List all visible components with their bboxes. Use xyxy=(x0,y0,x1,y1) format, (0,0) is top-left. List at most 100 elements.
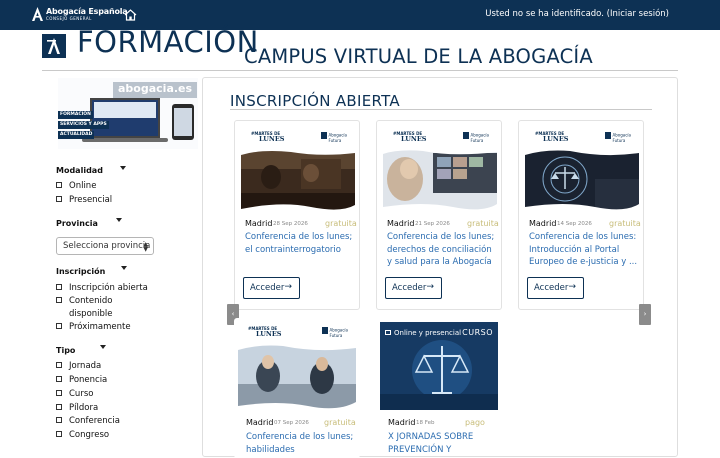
checkbox[interactable] xyxy=(56,431,62,437)
select-arrows-icon: ▲ ▼ xyxy=(143,241,148,253)
course-card[interactable]: #MARTES DE LUNES Abogacía Futura Madrid 1… xyxy=(518,120,644,310)
acceder-button[interactable]: Acceder → xyxy=(527,277,584,299)
filter-option-proximamente[interactable]: Próximamente xyxy=(56,321,131,334)
card-title-link[interactable]: Conferencia de los lunes: Introducción a… xyxy=(529,231,641,269)
section-divider xyxy=(230,109,652,110)
course-image-curso[interactable]: Online y presencial CURSO xyxy=(380,322,498,410)
checkbox[interactable] xyxy=(56,284,62,290)
abogacia-futura-logo: Abogacía Futura xyxy=(321,327,348,338)
checkbox[interactable] xyxy=(56,376,62,382)
martes-de-lunes-logo: #MARTES DE LUNES xyxy=(393,131,427,143)
banner-site-text: abogacia.es xyxy=(118,82,193,95)
acceder-button[interactable]: Acceder → xyxy=(243,277,300,299)
banner-tag: FORMACIÓN xyxy=(58,111,93,119)
card-price: gratuita xyxy=(324,418,356,427)
card-city: Madrid xyxy=(387,219,415,228)
martes-de-lunes-logo: #MARTES DE LUNES xyxy=(248,326,282,338)
provincia-select[interactable]: Selecciona provincia ▲ ▼ xyxy=(56,237,154,255)
card-city: Madrid xyxy=(529,219,557,228)
brand-name: Abogacía Española xyxy=(46,6,128,16)
caret-down-icon[interactable] xyxy=(121,266,127,270)
chevron-left-icon: ‹ xyxy=(231,310,235,318)
card-city: Madrid xyxy=(245,219,273,228)
course-image: #MARTES DE LUNES Abogacía Futura xyxy=(383,127,497,213)
brand-subtitle: CONSEJO GENERAL xyxy=(46,15,92,21)
banner-tag: SERVICIOS Y APPS xyxy=(58,121,109,129)
home-icon[interactable] xyxy=(124,9,137,21)
caret-down-icon[interactable] xyxy=(120,166,126,170)
monitor-icon xyxy=(385,330,391,335)
filter-title-inscripcion: Inscripción xyxy=(56,267,106,276)
abogacia-futura-logo: Abogacía Futura xyxy=(462,132,489,143)
digital-justice-photo xyxy=(525,149,639,213)
formacion-logo-icon[interactable] xyxy=(42,34,66,58)
filter-title-provincia: Provincia xyxy=(56,219,98,228)
filter-option-presencial[interactable]: Presencial xyxy=(56,194,112,207)
card-date: 28 Sep 2026 xyxy=(273,221,308,227)
filter-option-online[interactable]: Online xyxy=(56,180,96,193)
checkbox[interactable] xyxy=(56,297,62,303)
course-card[interactable]: #MARTES DE LUNES Abogacía Futura Madrid 0… xyxy=(234,318,360,458)
card-city: Madrid xyxy=(388,418,416,427)
checkbox[interactable] xyxy=(56,323,62,329)
card-price: pago xyxy=(465,418,485,427)
page-title: CAMPUS VIRTUAL DE LA ABOGACÍA xyxy=(244,45,593,68)
checkbox[interactable] xyxy=(56,390,62,396)
filter-title-modalidad: Modalidad xyxy=(56,166,103,175)
card-title-link[interactable]: Conferencia de los lunes; derechos de co… xyxy=(387,231,499,269)
course-type-tag: CURSO xyxy=(462,328,493,337)
arrow-right-icon: → xyxy=(284,282,292,292)
filter-option-pildora[interactable]: Píldora xyxy=(56,402,98,415)
carousel-next-button[interactable]: › xyxy=(639,304,651,325)
video-call-photo xyxy=(383,149,497,213)
card-title-link[interactable]: Conferencia de los lunes; habilidades xyxy=(246,431,358,456)
checkbox[interactable] xyxy=(56,404,62,410)
course-image: #MARTES DE LUNES Abogacía Futura xyxy=(238,322,356,412)
abogacia-logo-icon xyxy=(32,7,43,21)
filter-option-ponencia[interactable]: Ponencia xyxy=(56,374,107,387)
filter-option-jornada[interactable]: Jornada xyxy=(56,360,101,373)
filter-option-congreso[interactable]: Congreso xyxy=(56,429,109,442)
caret-down-icon[interactable] xyxy=(116,218,122,222)
card-city: Madrid xyxy=(246,418,274,427)
arrow-right-icon: → xyxy=(568,282,576,292)
banner-tag: ACTUALIDAD xyxy=(58,131,95,139)
arrow-right-icon: → xyxy=(426,282,434,292)
login-status-link[interactable]: Usted no se ha identificado. (Iniciar se… xyxy=(485,9,669,19)
chevron-right-icon: › xyxy=(643,310,647,318)
card-price: gratuita xyxy=(325,219,357,228)
modality-badge: Online y presencial xyxy=(394,329,462,337)
checkbox[interactable] xyxy=(56,196,62,202)
checkbox[interactable] xyxy=(56,182,62,188)
card-date: 07 Sep 2026 xyxy=(274,420,309,426)
acceder-button[interactable]: Acceder → xyxy=(385,277,442,299)
filter-title-tipo: Tipo xyxy=(56,346,76,355)
filter-option-conferencia[interactable]: Conferencia xyxy=(56,415,120,428)
brand-logo[interactable]: Abogacía Española CONSEJO GENERAL xyxy=(32,7,128,21)
course-card[interactable]: #MARTES DE LUNES Abogacía Futura Madrid 2… xyxy=(234,120,360,310)
course-card[interactable]: #MARTES DE LUNES Abogacía Futura Madrid 2… xyxy=(376,120,502,310)
courtroom-photo xyxy=(241,149,355,213)
card-date: 14 Sep 2026 xyxy=(557,221,592,227)
filter-option-contenido-disponible[interactable]: Contenido disponible xyxy=(56,295,151,321)
martes-de-lunes-logo: #MARTES DE LUNES xyxy=(251,131,285,143)
card-date: 21 Sep 2026 xyxy=(415,221,450,227)
course-image: #MARTES DE LUNES Abogacía Futura xyxy=(241,127,355,213)
filter-option-curso[interactable]: Curso xyxy=(56,388,93,401)
card-price: gratuita xyxy=(467,219,499,228)
abogacia-banner[interactable]: abogacia.es FORMACIÓN SERVICIOS Y APPS A… xyxy=(58,78,198,149)
abogacia-futura-logo: Abogacía Futura xyxy=(320,132,347,143)
meeting-photo xyxy=(238,344,356,412)
section-title: INSCRIPCIÓN ABIERTA xyxy=(230,92,400,110)
card-price: gratuita xyxy=(609,219,641,228)
checkbox[interactable] xyxy=(56,362,62,368)
card-title-link[interactable]: Conferencia de los lunes; el contrainter… xyxy=(245,231,357,256)
caret-down-icon[interactable] xyxy=(100,345,106,349)
header-divider xyxy=(42,70,678,71)
filter-option-inscripcion-abierta[interactable]: Inscripción abierta xyxy=(56,282,148,295)
abogacia-futura-logo: Abogacía Futura xyxy=(604,132,631,143)
checkbox[interactable] xyxy=(56,417,62,423)
course-image: #MARTES DE LUNES Abogacía Futura xyxy=(525,127,639,213)
martes-de-lunes-logo: #MARTES DE LUNES xyxy=(535,131,569,143)
card-title-link[interactable]: X JORNADAS SOBRE PREVENCIÓN Y xyxy=(388,431,488,456)
